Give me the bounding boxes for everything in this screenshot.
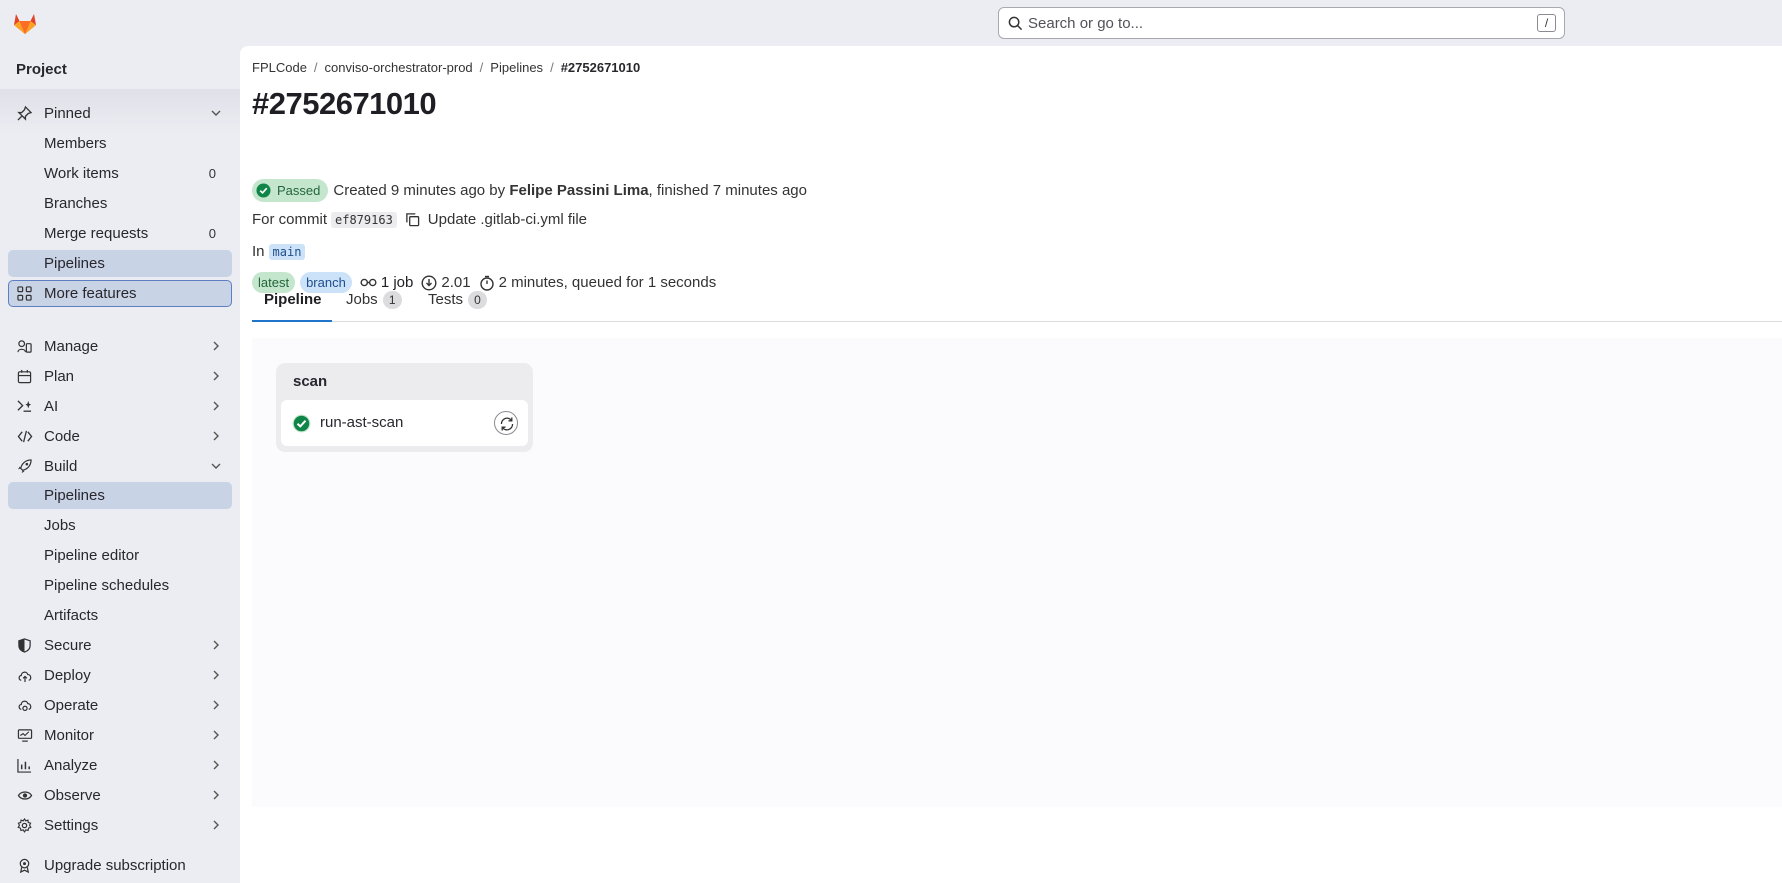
chevron-down-icon — [211, 108, 221, 118]
sidebar-item-pinned-pipelines[interactable]: Pipelines — [8, 250, 232, 277]
sidebar-item-plan[interactable]: Plan — [8, 363, 232, 390]
tab-jobs[interactable]: Jobs 1 — [334, 280, 414, 322]
search-placeholder: Search or go to... — [1028, 15, 1144, 32]
badge-icon — [17, 858, 32, 873]
sidebar-item-analyze[interactable]: Analyze — [8, 752, 232, 779]
sidebar-item-artifacts[interactable]: Artifacts — [8, 602, 232, 629]
sidebar: Project Pinned Members Work items 0 Bran… — [0, 46, 240, 883]
chevron-right-icon — [211, 730, 221, 740]
breadcrumb-project[interactable]: conviso-orchestrator-prod — [325, 60, 473, 75]
job-item[interactable]: run-ast-scan — [281, 400, 528, 446]
chevron-right-icon — [211, 760, 221, 770]
rocket-icon — [17, 459, 32, 474]
tab-tests[interactable]: Tests 0 — [416, 280, 506, 322]
calendar-icon — [17, 369, 32, 384]
sidebar-item-upgrade-subscription[interactable]: Upgrade subscription — [8, 852, 232, 879]
gitlab-logo-icon[interactable] — [12, 10, 38, 36]
check-circle-icon — [292, 414, 311, 433]
pin-icon — [17, 106, 32, 121]
sidebar-item-work-items[interactable]: Work items 0 — [8, 160, 232, 187]
sidebar-item-monitor[interactable]: Monitor — [8, 722, 232, 749]
commit-message[interactable]: Update .gitlab-ci.yml file — [428, 211, 587, 228]
pipeline-status-row: Passed Created 9 minutes ago by Felipe P… — [252, 179, 807, 202]
sidebar-item-ai[interactable]: AI — [8, 393, 232, 420]
ref-row: In main — [252, 243, 313, 260]
sidebar-item-pinned[interactable]: Pinned — [8, 100, 232, 127]
sidebar-item-deploy[interactable]: Deploy — [8, 662, 232, 689]
sidebar-item-observe[interactable]: Observe — [8, 782, 232, 809]
finished-text: , finished 7 minutes ago — [648, 182, 807, 199]
stage-name: scan — [293, 373, 328, 390]
copy-icon[interactable] — [405, 212, 420, 227]
chevron-right-icon — [211, 371, 221, 381]
status-badge[interactable]: Passed — [252, 179, 329, 202]
commit-row: For commit ef879163 Update .gitlab-ci.ym… — [252, 211, 588, 228]
sidebar-item-code[interactable]: Code — [8, 423, 232, 450]
sidebar-item-members[interactable]: Members — [8, 130, 232, 157]
sidebar-title: Project — [16, 61, 67, 78]
chevron-right-icon — [211, 431, 221, 441]
sidebar-item-merge-requests[interactable]: Merge requests 0 — [8, 220, 232, 247]
ref-branch[interactable]: main — [268, 243, 306, 260]
chart-icon — [17, 758, 32, 773]
code-icon — [17, 429, 33, 444]
search-icon — [1008, 16, 1023, 31]
gear-icon — [17, 818, 32, 833]
pipeline-tabs: Pipeline Jobs 1 Tests 0 — [252, 280, 1782, 322]
chevron-down-icon — [211, 461, 221, 471]
cloud-gear-icon — [17, 698, 33, 713]
monitor-icon — [17, 728, 33, 743]
stage-column: scan run-ast-scan — [276, 363, 533, 452]
eye-icon — [17, 788, 33, 803]
breadcrumb: FPLCode / conviso-orchestrator-prod / Pipeli… — [252, 60, 641, 75]
users-icon — [17, 339, 32, 354]
grid-icon — [17, 286, 32, 301]
main-content: FPLCode / conviso-orchestrator-prod / Pipeli… — [240, 46, 1782, 883]
breadcrumb-current[interactable]: #2752671010 — [561, 60, 641, 75]
tab-pipeline[interactable]: Pipeline — [252, 280, 332, 322]
page-title: #2752671010 — [252, 86, 437, 121]
created-text: Created 9 minutes ago by — [333, 182, 506, 199]
tests-count-badge: 0 — [468, 291, 488, 309]
sidebar-item-manage[interactable]: Manage — [8, 333, 232, 360]
chevron-right-icon — [211, 700, 221, 710]
chevron-right-icon — [211, 341, 221, 351]
retry-button[interactable] — [494, 411, 518, 435]
work-items-count: 0 — [208, 166, 216, 181]
search-shortcut-key: / — [1537, 14, 1556, 32]
cloud-upload-icon — [17, 668, 33, 683]
check-circle-icon — [256, 183, 271, 198]
merge-requests-count: 0 — [208, 226, 216, 241]
commit-sha[interactable]: ef879163 — [331, 211, 397, 228]
ai-icon — [17, 399, 32, 414]
sidebar-item-secure[interactable]: Secure — [8, 632, 232, 659]
breadcrumb-group[interactable]: FPLCode — [252, 60, 307, 75]
chevron-right-icon — [211, 820, 221, 830]
sidebar-item-build-pipelines[interactable]: Pipelines — [8, 482, 232, 509]
sidebar-item-operate[interactable]: Operate — [8, 692, 232, 719]
chevron-right-icon — [211, 640, 221, 650]
author-link[interactable]: Felipe Passini Lima — [509, 182, 648, 199]
pipeline-graph: scan run-ast-scan — [252, 338, 1782, 807]
chevron-right-icon — [211, 401, 221, 411]
shield-icon — [17, 638, 32, 653]
sidebar-item-settings[interactable]: Settings — [8, 812, 232, 839]
sidebar-item-branches[interactable]: Branches — [8, 190, 232, 217]
sidebar-item-pipeline-schedules[interactable]: Pipeline schedules — [8, 572, 232, 599]
job-name: run-ast-scan — [320, 414, 404, 431]
breadcrumb-pipelines[interactable]: Pipelines — [490, 60, 543, 75]
top-bar: Search or go to... / — [0, 0, 1782, 46]
chevron-right-icon — [211, 790, 221, 800]
jobs-count-badge: 1 — [382, 291, 402, 309]
sidebar-item-pipeline-editor[interactable]: Pipeline editor — [8, 542, 232, 569]
sidebar-item-jobs[interactable]: Jobs — [8, 512, 232, 539]
sidebar-item-more-features[interactable]: More features — [8, 280, 232, 307]
chevron-right-icon — [211, 670, 221, 680]
sidebar-item-build[interactable]: Build — [8, 453, 232, 480]
search-input[interactable]: Search or go to... / — [998, 7, 1565, 39]
